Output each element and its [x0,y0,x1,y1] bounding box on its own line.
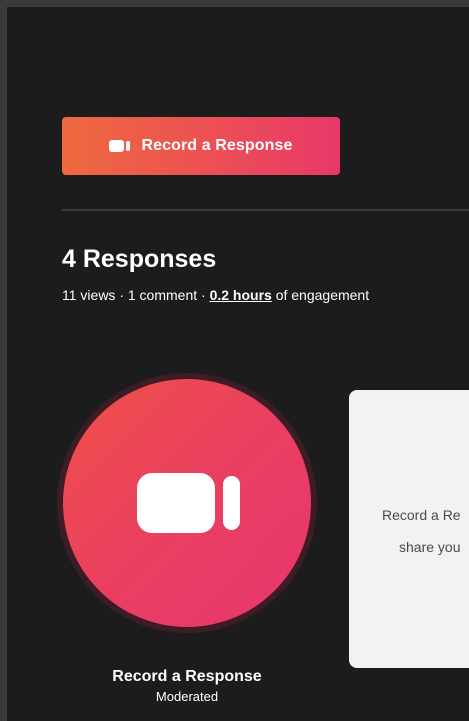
record-response-button[interactable]: Record a Response [62,117,340,175]
engagement-hours-link[interactable]: 0.2 hours [210,287,272,303]
record-tile-subtitle: Moderated [155,689,219,704]
video-camera-icon [109,139,131,153]
record-tile-title: Record a Response [112,668,262,685]
responses-stats: 11 views · 1 comment · 0.2 hours of enga… [62,286,369,304]
video-camera-icon [137,473,241,533]
page-frame: Record a Response 4 Responses 11 views ·… [7,7,469,721]
stats-prefix: 11 views · 1 comment · [62,287,210,303]
info-card-line: share you [399,539,461,555]
record-response-button-label: Record a Response [141,137,293,154]
section-divider [62,209,469,211]
record-response-tile[interactable] [63,379,311,627]
info-card-line: Record a Re [382,507,461,523]
responses-title: 4 Responses [62,245,217,273]
response-info-card[interactable]: Record a Re share you [349,390,469,668]
stats-suffix: of engagement [271,287,370,303]
